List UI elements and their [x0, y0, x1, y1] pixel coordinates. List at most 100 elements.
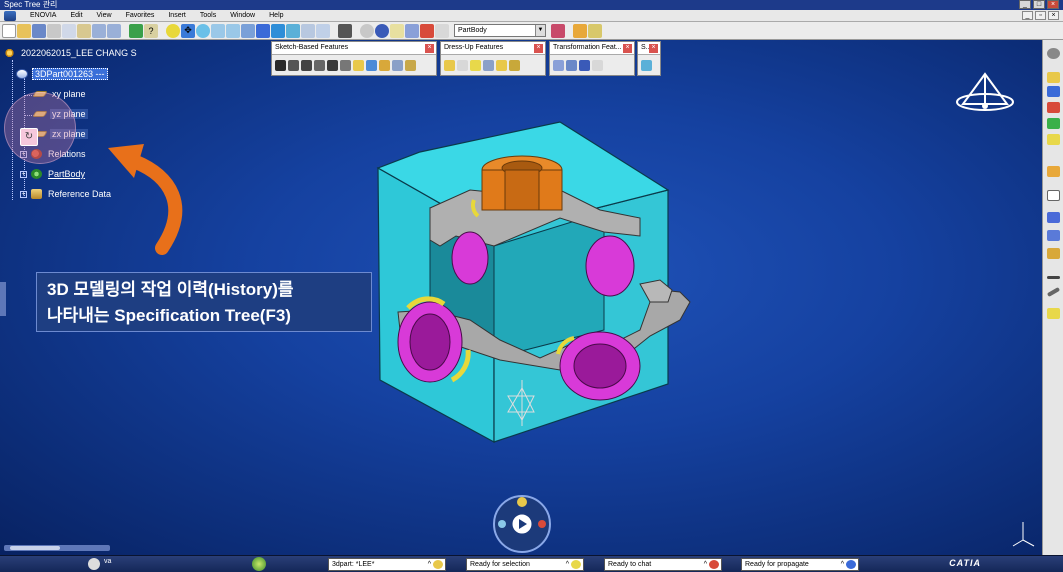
tree-node-part[interactable]: 3DPart001263 ---: [16, 68, 108, 80]
hole-icon[interactable]: [327, 59, 338, 71]
menu-tools[interactable]: Tools: [200, 12, 216, 19]
propagate-status[interactable]: Ready for propagate ^: [741, 558, 859, 571]
capture-icon[interactable]: [338, 23, 352, 38]
pan-icon[interactable]: ✥: [181, 23, 195, 38]
rib-icon[interactable]: [340, 59, 351, 71]
plane-tool-icon[interactable]: [1047, 134, 1060, 145]
panel-handle[interactable]: [0, 282, 6, 316]
constraint-icon[interactable]: [1047, 212, 1060, 223]
open-icon[interactable]: [17, 23, 31, 38]
pad-icon[interactable]: [275, 59, 286, 71]
menu-enovia[interactable]: ENOVIA: [30, 12, 56, 19]
caret-up-icon[interactable]: ^: [428, 559, 431, 570]
stiffener-icon[interactable]: [366, 59, 377, 71]
slot-icon[interactable]: [353, 59, 364, 71]
constraint-defined-icon[interactable]: [1047, 230, 1060, 241]
axis-system-icon[interactable]: [390, 23, 404, 38]
split-icon[interactable]: [641, 59, 652, 71]
translation-icon[interactable]: [553, 59, 564, 71]
edge-fillet-icon[interactable]: [444, 59, 455, 71]
point-icon[interactable]: [1047, 102, 1060, 113]
app-logo-icon[interactable]: [4, 10, 16, 21]
sketch-icon[interactable]: [1047, 72, 1060, 83]
paste-icon[interactable]: [77, 23, 91, 38]
solid-combine-icon[interactable]: [405, 59, 416, 71]
pocket-icon[interactable]: [288, 59, 299, 71]
draft-icon[interactable]: [470, 59, 481, 71]
thread-icon[interactable]: [509, 59, 520, 71]
caret-up-icon[interactable]: ^: [566, 559, 569, 570]
copy-icon[interactable]: [62, 23, 76, 38]
apply-material-icon[interactable]: [551, 23, 565, 38]
expand-icon[interactable]: +: [20, 190, 27, 198]
shaft-icon[interactable]: [301, 59, 312, 71]
whats-this-icon[interactable]: ?: [144, 23, 158, 38]
close-icon[interactable]: ×: [534, 44, 543, 53]
shading-icon[interactable]: [286, 23, 300, 38]
doc-restore-button[interactable]: ▫: [1035, 11, 1046, 20]
polyline-icon[interactable]: [1046, 287, 1061, 297]
swap-space-icon[interactable]: [316, 23, 330, 38]
rotate-icon[interactable]: [196, 23, 210, 38]
save-icon[interactable]: [32, 23, 46, 38]
knowledge-icon[interactable]: [129, 23, 143, 38]
work-object-icon[interactable]: [420, 23, 434, 38]
pattern-icon[interactable]: [579, 59, 590, 71]
chamfer-icon[interactable]: [457, 59, 468, 71]
doc-close-button[interactable]: ×: [1048, 11, 1059, 20]
compass-taskbar-icon[interactable]: [252, 557, 266, 571]
menu-favorites[interactable]: Favorites: [126, 12, 155, 19]
close-icon[interactable]: ×: [425, 44, 434, 53]
menu-help[interactable]: Help: [269, 12, 283, 19]
properties-icon[interactable]: [588, 23, 602, 38]
zoom-in-icon[interactable]: [211, 23, 225, 38]
thickness-icon[interactable]: [496, 59, 507, 71]
inertia-icon[interactable]: [375, 23, 389, 38]
mirror-icon[interactable]: [566, 59, 577, 71]
remove-multi-sections-icon[interactable]: [392, 59, 403, 71]
surface-tool-icon[interactable]: [1047, 308, 1060, 319]
undo-icon[interactable]: [92, 23, 106, 38]
line-icon[interactable]: [1047, 118, 1060, 129]
catalog-icon[interactable]: [405, 23, 419, 38]
hide-show-icon[interactable]: [301, 23, 315, 38]
selection-status[interactable]: Ready for selection ^: [466, 558, 584, 571]
new-icon[interactable]: [2, 23, 16, 38]
close-button[interactable]: ×: [1047, 0, 1059, 9]
multi-sections-solid-icon[interactable]: [379, 59, 390, 71]
profile-icon[interactable]: [1047, 190, 1060, 201]
tree-horizontal-scrollbar[interactable]: [4, 545, 110, 551]
doc-minimize-button[interactable]: _: [1022, 11, 1033, 20]
scrollbar-thumb[interactable]: [10, 546, 60, 550]
paint-icon[interactable]: [573, 23, 587, 38]
document-tab[interactable]: 3dpart: *LEE* ^: [328, 558, 446, 571]
close-icon[interactable]: ×: [623, 44, 632, 53]
user-avatar[interactable]: [88, 558, 100, 570]
redo-icon[interactable]: [107, 23, 121, 38]
normal-view-icon[interactable]: [241, 23, 255, 38]
axis-tool-icon[interactable]: [1047, 166, 1060, 177]
menu-insert[interactable]: Insert: [168, 12, 186, 19]
cut-icon[interactable]: [47, 23, 61, 38]
caret-up-icon[interactable]: ^: [704, 559, 707, 570]
zoom-out-icon[interactable]: [226, 23, 240, 38]
multi-view-icon[interactable]: [256, 23, 270, 38]
minimize-button[interactable]: _: [1019, 0, 1031, 9]
compass-player-widget[interactable]: [490, 492, 554, 554]
menu-edit[interactable]: Edit: [70, 12, 82, 19]
expand-icon[interactable]: +: [20, 170, 27, 178]
fly-mode-icon[interactable]: [166, 23, 180, 38]
chat-status[interactable]: Ready to chat ^: [604, 558, 722, 571]
menu-window[interactable]: Window: [230, 12, 255, 19]
groove-icon[interactable]: [314, 59, 325, 71]
measure-icon[interactable]: [360, 23, 374, 38]
iso-view-icon[interactable]: [271, 23, 285, 38]
close-icon[interactable]: ×: [649, 44, 658, 53]
menu-view[interactable]: View: [97, 12, 112, 19]
analysis-icon[interactable]: [1047, 248, 1060, 259]
tree-root[interactable]: 2022062015_LEE CHANG S: [4, 48, 137, 58]
compass-icon[interactable]: [955, 70, 1015, 120]
insert-body-icon[interactable]: [435, 23, 449, 38]
chevron-down-icon[interactable]: ▼: [535, 25, 545, 36]
caret-up-icon[interactable]: ^: [841, 559, 844, 570]
